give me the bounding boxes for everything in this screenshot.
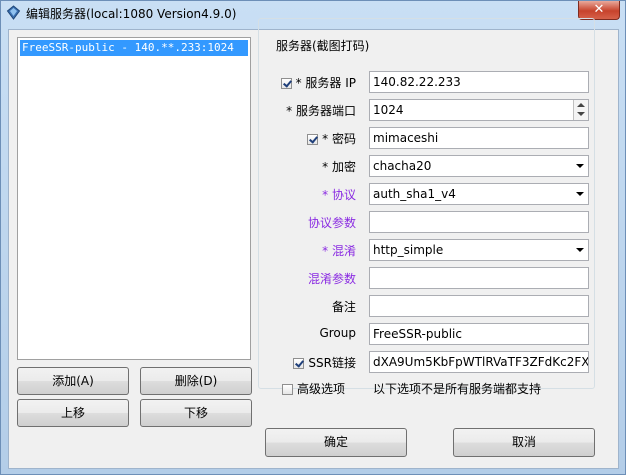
group-title: 服务器(截图打码) [274, 37, 372, 54]
server-list-item[interactable]: FreeSSR-public - 140.**.233:1024 [20, 40, 248, 56]
protocol-select[interactable]: auth_sha1_v4 [369, 183, 589, 205]
ssr-link-label: SSR链接 [293, 354, 356, 371]
cancel-button[interactable]: 取消 [453, 428, 595, 457]
port-spin-control[interactable] [573, 100, 588, 120]
close-icon: ✕ [593, 2, 605, 17]
dropdown-arrow-icon [576, 192, 584, 196]
password-label: * 密码 [307, 130, 356, 147]
ok-button[interactable]: 确定 [265, 428, 407, 457]
dropdown-arrow-icon [576, 248, 584, 252]
protocol-param-input[interactable] [369, 211, 589, 233]
password-input[interactable]: mimaceshi [369, 127, 589, 149]
app-icon [6, 5, 21, 20]
ssr-link-checkbox[interactable] [293, 358, 305, 369]
advanced-checkbox[interactable] [282, 384, 293, 395]
encryption-select[interactable]: chacha20 [369, 155, 589, 177]
protocol-label: * 协议 [322, 188, 356, 202]
spin-up-icon[interactable] [577, 103, 585, 107]
add-button[interactable]: 添加(A) [17, 367, 129, 395]
obfs-label: * 混淆 [322, 244, 356, 258]
dropdown-arrow-icon [576, 164, 584, 168]
obfs-param-input[interactable] [369, 267, 589, 289]
advanced-options[interactable]: 高级选项 [282, 380, 345, 397]
remarks-label: 备注 [331, 300, 356, 314]
server-port-label: * 服务器端口 [286, 104, 356, 118]
spin-down-icon[interactable] [577, 112, 585, 116]
obfs-param-label: 混淆参数 [307, 272, 356, 286]
server-ip-checkbox[interactable] [280, 78, 292, 89]
delete-button[interactable]: 删除(D) [140, 367, 252, 395]
group-label: Group [319, 326, 356, 340]
ssr-link-input[interactable]: dXA9Um5KbFpWTlRVaTF3ZFdKc2FXTQ [369, 351, 589, 373]
window-title: 编辑服务器(local:1080 Version4.9.0) [26, 7, 237, 21]
protocol-param-label: 协议参数 [307, 216, 356, 230]
move-up-button[interactable]: 上移 [17, 399, 129, 427]
move-down-button[interactable]: 下移 [140, 399, 252, 427]
password-checkbox[interactable] [307, 134, 319, 145]
server-port-stepper[interactable]: 1024 [369, 99, 589, 121]
server-ip-input[interactable]: 140.82.22.233 [369, 71, 589, 93]
server-listbox[interactable]: FreeSSR-public - 140.**.233:1024 [17, 37, 251, 360]
group-input[interactable]: FreeSSR-public [369, 323, 589, 345]
server-ip-label: * 服务器 IP [280, 74, 356, 91]
encryption-label: * 加密 [322, 160, 356, 174]
advanced-note: 以下选项不是所有服务端都支持 [373, 382, 542, 396]
obfs-select[interactable]: http_simple [369, 239, 589, 261]
remarks-input[interactable] [369, 295, 589, 317]
